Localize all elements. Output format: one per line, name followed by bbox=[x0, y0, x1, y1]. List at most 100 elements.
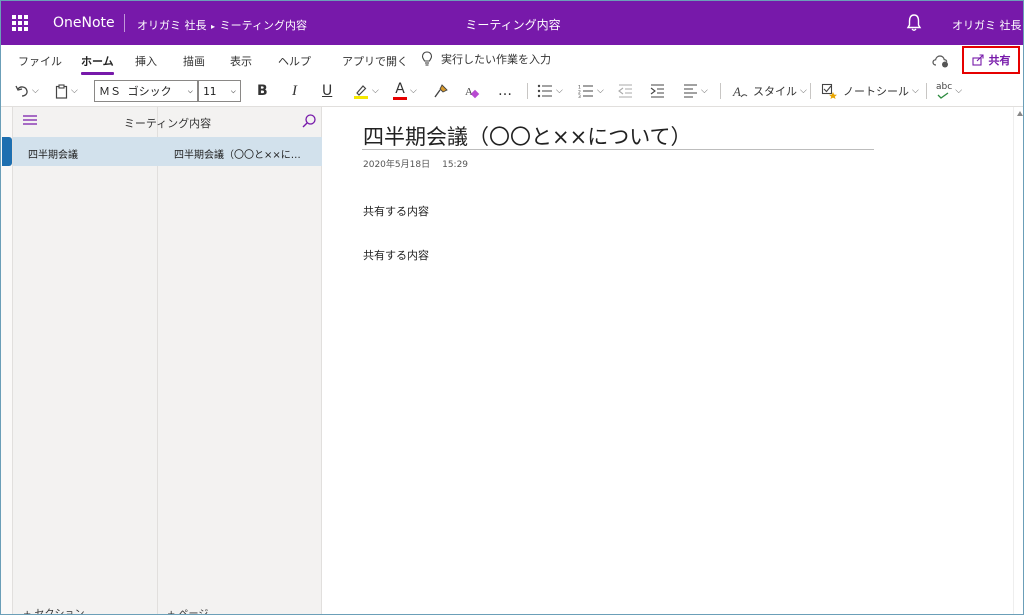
clipboard-button[interactable]: ⌵ bbox=[55, 80, 78, 102]
section-item-quarterly-meeting[interactable]: 四半期会議 bbox=[13, 137, 158, 166]
numbering-button[interactable]: 123 ⌵ bbox=[578, 80, 604, 102]
increase-indent-button[interactable] bbox=[650, 80, 665, 102]
hamburger-menu-icon[interactable] bbox=[23, 115, 37, 125]
title-underline bbox=[362, 149, 874, 150]
tab-help[interactable]: ヘルプ bbox=[278, 53, 311, 69]
alignment-button[interactable]: ⌵ bbox=[683, 80, 708, 102]
checkmark-icon bbox=[937, 92, 949, 99]
note-tags-label: ノートシール bbox=[843, 85, 909, 98]
add-section-button[interactable]: + セクション bbox=[23, 605, 85, 614]
styles-button[interactable]: A スタイル ⌵ bbox=[732, 80, 807, 102]
note-tags-button[interactable]: ノートシール ⌵ bbox=[821, 80, 919, 102]
onenote-window: OneNote オリガミ 社長 ▸ ミーティング内容 ミーティング内容 オリガミ… bbox=[0, 0, 1024, 615]
styles-label: スタイル bbox=[753, 85, 797, 98]
font-name-select[interactable]: ＭＳ ゴシック ⌵ bbox=[94, 80, 198, 102]
app-name[interactable]: OneNote bbox=[53, 15, 115, 31]
add-page-button[interactable]: + ページ bbox=[167, 605, 208, 614]
lightbulb-icon bbox=[421, 51, 433, 66]
svg-text:3: 3 bbox=[578, 94, 581, 98]
ribbon-toolbar: ⌵ ⌵ ＭＳ ゴシック ⌵ 11 ⌵ B I U ⌵ A ⌵ A … ⌵ 1 2… bbox=[1, 75, 1023, 107]
toolbar-divider bbox=[810, 83, 811, 99]
chevron-down-icon: ⌵ bbox=[32, 86, 39, 96]
decrease-indent-icon bbox=[618, 84, 632, 98]
align-left-icon bbox=[684, 84, 697, 98]
page-time: 15:29 bbox=[442, 160, 469, 170]
tab-file[interactable]: ファイル bbox=[18, 53, 62, 69]
highlight-button[interactable]: ⌵ bbox=[353, 80, 379, 102]
share-icon bbox=[971, 54, 984, 66]
bold-button[interactable]: B bbox=[257, 80, 268, 102]
tab-insert[interactable]: 挿入 bbox=[135, 53, 157, 69]
tab-open-in-app[interactable]: アプリで開く bbox=[342, 53, 408, 69]
bell-icon[interactable] bbox=[905, 13, 923, 33]
undo-button[interactable]: ⌵ bbox=[15, 80, 39, 102]
page-timestamp: 2020年5月18日 15:29 bbox=[363, 157, 468, 170]
sync-status-icon[interactable] bbox=[932, 54, 950, 68]
chevron-down-icon: ⌵ bbox=[800, 86, 807, 96]
font-name-value: ＭＳ ゴシック bbox=[99, 85, 172, 98]
font-size-select[interactable]: 11 ⌵ bbox=[198, 80, 241, 102]
undo-icon bbox=[15, 85, 28, 97]
breadcrumb-arrow-icon: ▸ bbox=[208, 22, 218, 31]
italic-button[interactable]: I bbox=[292, 80, 297, 102]
scroll-up-arrow-icon[interactable] bbox=[1017, 111, 1023, 116]
share-button[interactable]: 共有 bbox=[962, 46, 1020, 74]
more-options-button[interactable]: … bbox=[498, 80, 512, 102]
title-bar: OneNote オリガミ 社長 ▸ ミーティング内容 ミーティング内容 オリガミ… bbox=[1, 1, 1023, 45]
chevron-down-icon: ⌵ bbox=[230, 86, 236, 96]
format-painter-icon bbox=[434, 83, 448, 97]
bullets-button[interactable]: ⌵ bbox=[537, 80, 563, 102]
navigation-header: ミーティング内容 bbox=[13, 107, 322, 135]
highlighter-icon bbox=[354, 85, 368, 99]
note-paragraph[interactable]: 共有する内容 bbox=[363, 203, 429, 219]
font-size-value: 11 bbox=[203, 84, 217, 98]
tab-view[interactable]: 表示 bbox=[230, 53, 252, 69]
page-canvas[interactable] bbox=[323, 107, 1013, 614]
format-painter-button[interactable] bbox=[433, 80, 448, 102]
spelling-label: abc bbox=[936, 82, 953, 92]
title-divider bbox=[124, 14, 125, 32]
font-color-swatch bbox=[393, 97, 407, 100]
breadcrumb-owner[interactable]: オリガミ 社長 bbox=[137, 19, 207, 32]
chevron-down-icon: ⌵ bbox=[955, 86, 963, 96]
share-label: 共有 bbox=[988, 54, 1011, 67]
user-name[interactable]: オリガミ 社長 bbox=[952, 17, 1022, 33]
tab-draw[interactable]: 描画 bbox=[183, 53, 205, 69]
bullet-list-icon bbox=[537, 84, 552, 98]
tab-home[interactable]: ホーム bbox=[81, 53, 114, 75]
chevron-down-icon: ⌵ bbox=[556, 86, 563, 96]
tell-me-box[interactable]: 実行したい作業を入力 bbox=[421, 51, 551, 67]
breadcrumb-notebook[interactable]: ミーティング内容 bbox=[220, 19, 307, 32]
section-color-tab bbox=[2, 137, 12, 166]
toolbar-divider bbox=[926, 83, 927, 99]
ribbon-tabs: ファイル ホーム 挿入 描画 表示 ヘルプ アプリで開く 実行したい作業を入力 bbox=[1, 45, 1023, 75]
vertical-scrollbar[interactable] bbox=[1013, 107, 1023, 614]
search-icon[interactable] bbox=[301, 113, 317, 129]
decrease-indent-button[interactable] bbox=[618, 80, 633, 102]
toolbar-divider bbox=[527, 83, 528, 99]
clear-formatting-button[interactable]: A bbox=[464, 80, 480, 102]
chevron-down-icon: ⌵ bbox=[597, 86, 604, 96]
page-title[interactable]: 四半期会議（〇〇と××について） bbox=[363, 121, 692, 151]
pages-pane bbox=[158, 107, 322, 614]
toolbar-divider bbox=[720, 83, 721, 99]
tag-icon bbox=[821, 83, 837, 99]
note-paragraph[interactable]: 共有する内容 bbox=[363, 247, 429, 263]
page-item-quarterly-meeting[interactable]: 四半期会議（〇〇と××に… bbox=[158, 137, 322, 166]
underline-button[interactable]: U bbox=[322, 80, 332, 102]
font-color-letter: A bbox=[395, 81, 405, 97]
chevron-down-icon: ⌵ bbox=[912, 86, 919, 96]
spelling-button[interactable]: abc ⌵ bbox=[936, 80, 962, 102]
font-color-button[interactable]: A ⌵ bbox=[393, 80, 417, 102]
numbered-list-icon: 123 bbox=[578, 85, 593, 98]
breadcrumb[interactable]: オリガミ 社長 ▸ ミーティング内容 bbox=[137, 17, 307, 33]
clear-formatting-icon: A bbox=[465, 86, 480, 98]
styles-icon: A bbox=[732, 84, 748, 99]
svg-text:A: A bbox=[465, 86, 473, 98]
tell-me-placeholder[interactable]: 実行したい作業を入力 bbox=[441, 51, 551, 67]
chevron-down-icon: ⌵ bbox=[187, 86, 193, 96]
sections-pane bbox=[13, 107, 158, 614]
chevron-down-icon: ⌵ bbox=[410, 86, 417, 96]
notebook-edge bbox=[1, 107, 13, 614]
app-launcher-icon[interactable] bbox=[12, 15, 28, 31]
